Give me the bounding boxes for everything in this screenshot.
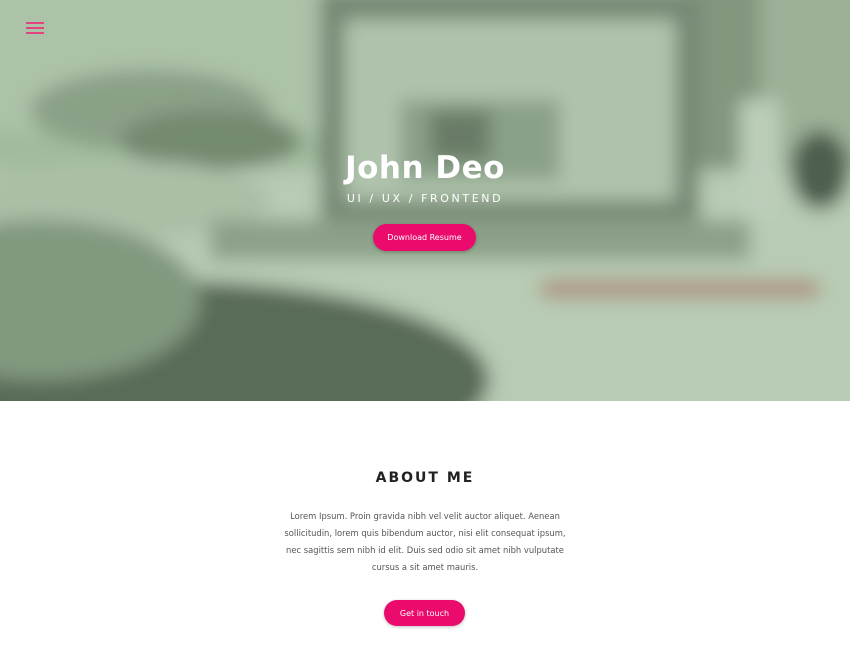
hero-name: John Deo	[345, 150, 505, 186]
about-text: Lorem Ipsum. Proin gravida nibh vel veli…	[284, 511, 566, 572]
hero-subtitle: UI / UX / FRONTEND	[346, 192, 504, 205]
hamburger-menu-icon	[26, 22, 44, 34]
get-in-touch-button[interactable]: Get in touch	[384, 600, 465, 626]
menu-button[interactable]	[24, 19, 46, 37]
hero-section: John Deo UI / UX / FRONTEND Download Res…	[0, 0, 850, 401]
about-title: ABOUT ME	[375, 470, 475, 486]
download-resume-button[interactable]: Download Resume	[373, 224, 476, 251]
